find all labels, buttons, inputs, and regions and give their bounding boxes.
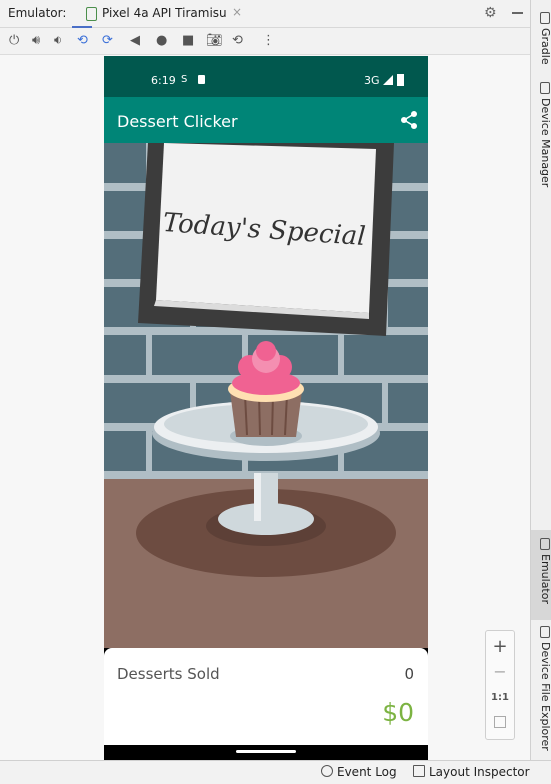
device-file-explorer-tab-label: Device File Explorer: [539, 642, 551, 751]
emulator-label: Emulator:: [8, 6, 67, 20]
home-icon[interactable]: ●: [156, 33, 167, 49]
network-type: 3G: [364, 74, 380, 87]
gradle-icon: [540, 12, 550, 24]
phone-screen[interactable]: 6:19 S 3G Dessert Clicker Today's Specia…: [104, 56, 428, 760]
android-status-bar: 6:19 S 3G: [104, 56, 428, 97]
device-file-explorer-tab[interactable]: Device File Explorer: [531, 626, 551, 756]
volume-up-icon[interactable]: 🔊︎: [32, 33, 40, 49]
gradle-tab-label: Gradle: [539, 28, 551, 65]
device-tab-title: Pixel 4a API Tiramisu: [102, 6, 227, 20]
close-tab-icon[interactable]: ×: [232, 5, 242, 19]
event-log-label: Event Log: [337, 765, 397, 779]
device-tab[interactable]: Pixel 4a API Tiramisu ×: [72, 0, 242, 29]
desserts-sold-value: 0: [404, 665, 414, 683]
device-file-explorer-icon: [540, 626, 550, 638]
device-manager-tab-label: Device Manager: [539, 98, 551, 188]
layout-inspector-icon: [413, 765, 425, 777]
layout-inspector-button[interactable]: Layout Inspector: [413, 765, 530, 779]
share-icon[interactable]: [398, 109, 420, 131]
rotate-left-icon[interactable]: ⟲: [77, 33, 88, 49]
dessert-scene: Today's Special: [104, 143, 428, 648]
device-manager-icon: [540, 82, 550, 94]
more-icon[interactable]: ⋮: [262, 33, 275, 49]
camera-icon[interactable]: 📷︎: [206, 33, 223, 49]
sd-card-icon: [198, 75, 205, 84]
signal-icon: [383, 75, 393, 85]
gradle-tab[interactable]: Gradle: [531, 12, 551, 72]
fit-screen-button[interactable]: [486, 716, 514, 731]
zoom-in-button[interactable]: +: [486, 636, 514, 657]
android-nav-bar: [104, 745, 428, 760]
event-log-icon: [321, 765, 333, 777]
overview-icon[interactable]: ■: [182, 33, 194, 49]
snapshot-icon[interactable]: ⟲: [232, 33, 243, 49]
event-log-button[interactable]: Event Log: [321, 765, 397, 779]
sync-icon: S: [181, 74, 188, 85]
zoom-controls: + − 1:1: [485, 630, 515, 740]
power-icon[interactable]: ⏻: [9, 33, 19, 49]
ide-status-bar: Event Log Layout Inspector: [0, 760, 551, 784]
zoom-one-to-one-button[interactable]: 1:1: [486, 692, 514, 703]
emulator-side-tab-label: Emulator: [539, 554, 551, 604]
minimize-icon[interactable]: [512, 12, 523, 14]
emulator-icon: [540, 538, 550, 550]
fit-screen-icon: [494, 716, 506, 728]
home-gesture-handle[interactable]: [236, 750, 296, 753]
right-tool-strip: Gradle Device Manager Emulator Device Fi…: [530, 0, 551, 760]
app-title: Dessert Clicker: [117, 112, 238, 131]
back-icon[interactable]: ◀: [130, 33, 140, 49]
layout-inspector-label: Layout Inspector: [429, 765, 530, 779]
desserts-sold-label: Desserts Sold: [117, 665, 220, 683]
emulator-side-tab[interactable]: Emulator: [531, 530, 551, 620]
emulator-tab-bar: Emulator: Pixel 4a API Tiramisu × ⚙: [0, 0, 530, 29]
zoom-out-button[interactable]: −: [486, 662, 514, 681]
device-icon: [86, 7, 97, 21]
settings-gear-icon[interactable]: ⚙: [484, 5, 497, 21]
status-time: 6:19: [151, 74, 176, 87]
app-bar: Dessert Clicker: [104, 97, 428, 143]
stats-panel: Desserts Sold 0 $0: [104, 648, 428, 745]
device-manager-tab[interactable]: Device Manager: [531, 82, 551, 192]
volume-down-icon[interactable]: 🔉︎: [54, 33, 62, 49]
rotate-right-icon[interactable]: ⟳: [102, 33, 113, 49]
revenue-value: $0: [382, 698, 414, 727]
emulator-toolbar: ⏻ 🔊︎ 🔉︎ ⟲ ⟳ ◀ ● ■ 📷︎ ⟲ ⋮: [0, 28, 530, 55]
battery-icon: [397, 74, 404, 86]
